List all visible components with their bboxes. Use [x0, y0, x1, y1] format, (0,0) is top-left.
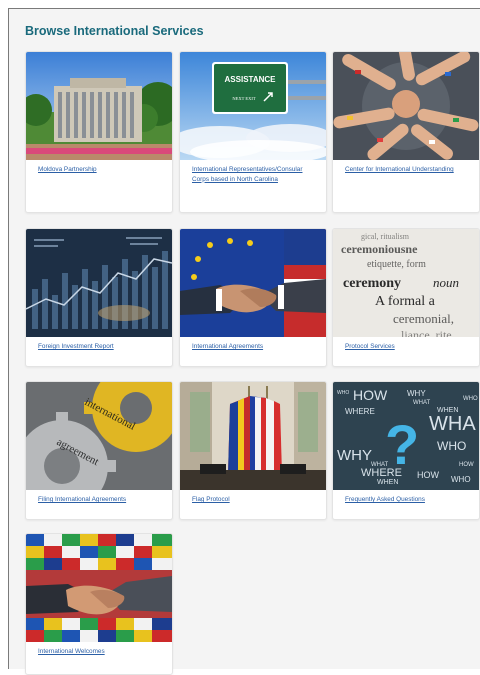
sign-text-next-exit: NEXT EXIT [232, 96, 256, 101]
word-what: WHAT [413, 400, 431, 406]
card-label[interactable]: Filing International Agreements [38, 495, 164, 505]
card-foreign-investment-report[interactable]: Foreign Investment Report [25, 228, 173, 367]
word-who-3: WHO [451, 475, 471, 484]
section-heading: Browse International Services [25, 24, 204, 38]
card-label[interactable]: International Welcomes [38, 647, 164, 657]
card-international-welcomes[interactable]: International Welcomes [25, 533, 173, 675]
dict-line-7: liance, rite, [401, 328, 455, 337]
ceremony-dictionary-image: gical, ritualism ceremoniousne etiquette… [333, 229, 479, 337]
handshake-world-flags-image [26, 534, 172, 642]
dict-noun: noun [433, 275, 459, 290]
card-international-representatives[interactable]: ASSISTANCE NEXT EXIT International Repre… [179, 51, 327, 213]
word-who: WHO [437, 439, 466, 453]
question-words-image: HOW WHY WHAT WHERE WHEN WHA WHO WHY WHAT… [333, 382, 479, 490]
dict-line-6: ceremonial, [393, 311, 454, 326]
word-who-2: WHO [337, 390, 349, 396]
sign-text-assistance: ASSISTANCE [225, 75, 277, 84]
word-who-4: WHO [463, 396, 478, 402]
card-flag-protocol[interactable]: Flag Protocol [179, 381, 327, 520]
card-label[interactable]: Protocol Services [345, 342, 471, 352]
flags-podium-image [180, 382, 326, 490]
card-label[interactable]: Foreign Investment Report [38, 342, 164, 352]
dict-line-3: etiquette, form [367, 259, 426, 270]
word-how-3: HOW [459, 462, 474, 468]
card-label[interactable]: International Agreements [192, 342, 318, 352]
gears-agreement-image: international agreement [26, 382, 172, 490]
hands-circle-image [333, 52, 479, 160]
card-protocol-services[interactable]: gical, ritualism ceremoniousne etiquette… [332, 228, 480, 367]
card-international-agreements[interactable]: International Agreements [179, 228, 327, 367]
word-where: WHERE [345, 407, 375, 416]
card-label[interactable]: Flag Protocol [192, 495, 318, 505]
card-frequently-asked-questions[interactable]: HOW WHY WHAT WHERE WHEN WHA WHO WHY WHAT… [332, 381, 480, 520]
moldova-building-image [26, 52, 172, 160]
handshake-flags-image [180, 229, 326, 337]
word-wha: WHA [429, 413, 476, 435]
card-moldova-partnership[interactable]: Moldova Partnership [25, 51, 173, 213]
word-why: WHY [407, 389, 426, 398]
card-label[interactable]: Moldova Partnership [38, 165, 164, 175]
card-center-international-understanding[interactable]: Center for International Understanding [332, 51, 480, 213]
dict-line-1: gical, ritualism [361, 232, 410, 241]
question-mark-icon: ? [385, 413, 419, 476]
word-how-2: HOW [417, 470, 440, 480]
assistance-sign-image: ASSISTANCE NEXT EXIT [180, 52, 326, 160]
dict-line-2: ceremoniousne [341, 242, 418, 256]
card-label[interactable]: Frequently Asked Questions [345, 495, 471, 505]
card-label[interactable]: Center for International Understanding [345, 165, 471, 175]
dict-line-5: A formal a [375, 294, 436, 309]
card-filing-international-agreements[interactable]: international agreement Filing Internati… [25, 381, 173, 520]
stock-chart-image [26, 229, 172, 337]
card-label[interactable]: International Representatives/Consular C… [192, 165, 318, 184]
word-how: HOW [353, 387, 388, 403]
word-why-2: WHY [337, 447, 372, 464]
word-when-2: WHEN [377, 479, 398, 486]
dict-headword: ceremony [343, 276, 401, 291]
